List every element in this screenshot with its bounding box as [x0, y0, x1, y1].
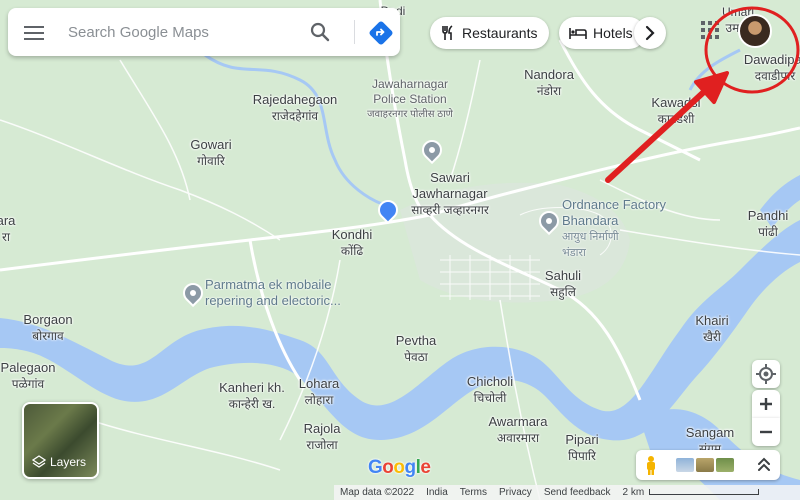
place-khairi[interactable]: Khairi खैरी — [695, 313, 728, 345]
layers-label: Layers — [50, 455, 87, 469]
google-logo-letter: e — [420, 457, 431, 478]
place-pandhi[interactable]: Pandhi पांढी — [748, 208, 788, 240]
search-divider — [354, 20, 355, 44]
place-awarmara[interactable]: Awarmara अवारमारा — [488, 414, 547, 446]
poi-mobile-repair[interactable]: Parmatma ek mobaile repering and elector… — [205, 277, 355, 309]
scale-bar — [648, 489, 759, 496]
place-ara[interactable]: ara रा — [0, 213, 15, 245]
layers-button[interactable]: Layers — [22, 402, 99, 479]
place-lohara[interactable]: Lohara लोहारा — [299, 376, 339, 408]
map-footer: Map data ©2022 India Terms Privacy Send … — [334, 485, 800, 500]
expand-chevrons-icon[interactable] — [756, 456, 772, 474]
layers-icon — [32, 455, 46, 468]
hotels-label: Hotels — [593, 25, 633, 41]
place-rajedahegaon[interactable]: Rajedahegaon राजेदहेगांव — [253, 92, 338, 124]
poi-ordnance-factory[interactable]: Ordnance Factory Bhandara आयुध निर्माणी … — [562, 197, 672, 261]
place-kawadsi[interactable]: Kawadsi कावडशी — [651, 95, 700, 127]
place-borgaon[interactable]: Borgaon बोरगाव — [23, 312, 72, 344]
map-canvas[interactable] — [0, 0, 800, 500]
imagery-thumb-3[interactable] — [716, 458, 734, 472]
imagery-thumb-1[interactable] — [676, 458, 694, 472]
plus-icon — [760, 398, 772, 410]
footer-link-india[interactable]: India — [420, 487, 454, 498]
pegman-icon[interactable] — [644, 455, 658, 475]
bed-icon — [569, 28, 587, 39]
search-icon[interactable] — [308, 20, 332, 44]
place-pipari[interactable]: Pipari पिपारि — [565, 432, 598, 464]
account-avatar[interactable] — [738, 14, 772, 48]
search-box — [8, 8, 400, 56]
chevron-right-icon — [645, 25, 655, 41]
footer-link-terms[interactable]: Terms — [454, 487, 493, 498]
google-logo-letter: o — [393, 457, 405, 478]
place-kondhi[interactable]: Kondhi कोंढि — [332, 227, 372, 259]
zoom-in-button[interactable] — [752, 390, 780, 418]
google-logo-letter: G — [368, 457, 383, 478]
map-data-attribution: Map data ©2022 — [340, 487, 415, 498]
imagery-bar — [636, 450, 780, 480]
place-sawari-jawharnagar[interactable]: Sawari Jawharnagar साव्हरी जव्हारनगर — [400, 170, 500, 218]
hotels-chip[interactable]: Hotels — [559, 17, 645, 49]
restaurants-label: Restaurants — [462, 25, 538, 41]
google-logo: Google — [368, 457, 431, 479]
scale-control[interactable]: 2 km — [617, 487, 765, 498]
minus-icon — [760, 430, 772, 434]
place-kanheri[interactable]: Kanheri kh. कान्हेरी ख. — [219, 380, 285, 412]
zoom-out-button[interactable] — [752, 418, 780, 446]
place-chicholi[interactable]: Chicholi चिचोली — [467, 374, 513, 406]
footer-link-privacy[interactable]: Privacy — [493, 487, 538, 498]
restaurants-chip[interactable]: Restaurants — [430, 17, 550, 49]
place-dawadipar[interactable]: Dawadipar दवाडीपार — [744, 52, 800, 84]
google-logo-letter: g — [404, 457, 417, 478]
my-location-button[interactable] — [752, 360, 780, 388]
imagery-thumb-2[interactable] — [696, 458, 714, 472]
google-logo-letter: o — [382, 457, 394, 478]
place-palegaon[interactable]: Palegaon पळेगांव — [1, 360, 56, 392]
menu-icon[interactable] — [22, 22, 46, 42]
footer-link-send-feedback[interactable]: Send feedback — [538, 487, 617, 498]
fork-knife-icon — [442, 25, 453, 40]
crosshair-icon — [756, 364, 776, 384]
more-chips-button[interactable] — [634, 17, 666, 49]
apps-grid-icon[interactable] — [700, 20, 720, 40]
scale-label: 2 km — [622, 487, 645, 498]
directions-icon[interactable] — [368, 20, 394, 46]
place-gowari[interactable]: Gowari गोवारि — [190, 137, 231, 169]
place-pevtha[interactable]: Pevtha पेवठा — [396, 333, 436, 365]
place-sahuli[interactable]: Sahuli सहुलि — [545, 268, 581, 300]
layers-label-wrap: Layers — [32, 455, 86, 469]
place-nandora[interactable]: Nandora नंडोरा — [524, 67, 574, 99]
search-input[interactable] — [68, 18, 298, 46]
place-rajola[interactable]: Rajola राजोला — [304, 421, 341, 453]
place-jawaharnagar-police[interactable]: Jawaharnagar Police Station जवाहरनगर पोली… — [355, 77, 465, 122]
